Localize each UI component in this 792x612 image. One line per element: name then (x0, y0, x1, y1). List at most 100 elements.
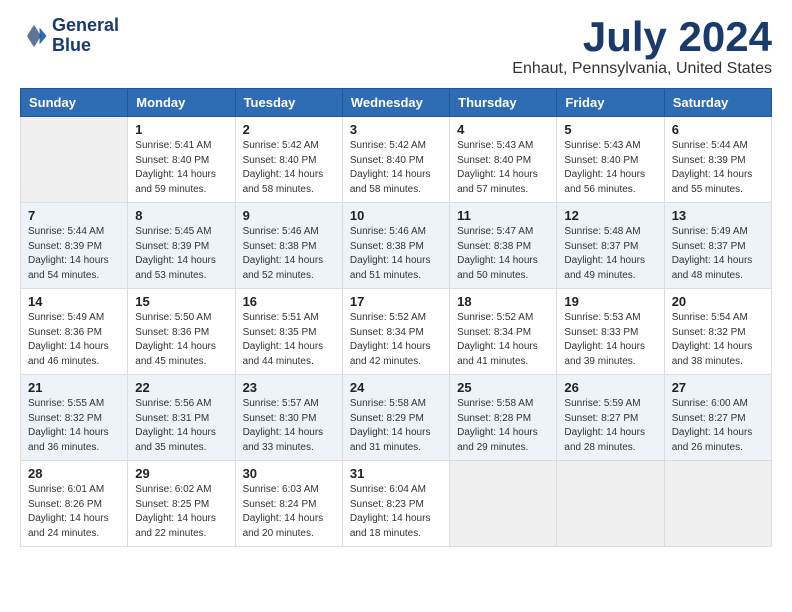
day-header-monday: Monday (128, 89, 235, 117)
week-row-5: 28 Sunrise: 6:01 AM Sunset: 8:26 PM Dayli… (21, 461, 772, 547)
day-number: 5 (564, 122, 656, 137)
day-cell (450, 461, 557, 547)
day-info: Sunrise: 5:47 AM Sunset: 8:38 PM Dayligh… (457, 225, 549, 283)
day-cell: 29 Sunrise: 6:02 AM Sunset: 8:25 PM Dayli… (128, 461, 235, 547)
day-cell: 30 Sunrise: 6:03 AM Sunset: 8:24 PM Dayli… (235, 461, 342, 547)
day-number: 1 (135, 122, 227, 137)
day-number: 8 (135, 208, 227, 223)
day-info: Sunrise: 6:01 AM Sunset: 8:26 PM Dayligh… (28, 483, 120, 541)
day-number: 7 (28, 208, 120, 223)
day-cell: 26Sunrise: 5:59 AM Sunset: 8:27 PM Dayli… (557, 375, 664, 461)
day-cell: 17Sunrise: 5:52 AM Sunset: 8:34 PM Dayli… (342, 289, 449, 375)
day-cell: 25 Sunrise: 5:58 AM Sunset: 8:28 PM Dayli… (450, 375, 557, 461)
day-info: Sunrise: 5:42 AM Sunset: 8:40 PM Dayligh… (350, 139, 442, 197)
day-number: 30 (243, 466, 335, 481)
page-header: General Blue July 2024 Enhaut, Pennsylva… (20, 16, 772, 78)
day-number: 6 (672, 122, 764, 137)
day-cell (21, 117, 128, 203)
day-cell: 28 Sunrise: 6:01 AM Sunset: 8:26 PM Dayli… (21, 461, 128, 547)
day-cell: 11Sunrise: 5:47 AM Sunset: 8:38 PM Dayli… (450, 203, 557, 289)
day-info: Sunrise: 5:44 AM Sunset: 8:39 PM Dayligh… (672, 139, 764, 197)
day-info: Sunrise: 6:03 AM Sunset: 8:24 PM Dayligh… (243, 483, 335, 541)
day-cell: 3 Sunrise: 5:42 AM Sunset: 8:40 PM Daylig… (342, 117, 449, 203)
day-header-friday: Friday (557, 89, 664, 117)
day-number: 27 (672, 380, 764, 395)
day-cell: 1 Sunrise: 5:41 AM Sunset: 8:40 PM Daylig… (128, 117, 235, 203)
day-cell: 16Sunrise: 5:51 AM Sunset: 8:35 PM Dayli… (235, 289, 342, 375)
day-info: Sunrise: 5:44 AM Sunset: 8:39 PM Dayligh… (28, 225, 120, 283)
day-info: Sunrise: 5:58 AM Sunset: 8:28 PM Dayligh… (457, 397, 549, 455)
logo-text: General Blue (52, 16, 119, 56)
day-info: Sunrise: 6:02 AM Sunset: 8:25 PM Dayligh… (135, 483, 227, 541)
day-cell: 23 Sunrise: 5:57 AM Sunset: 8:30 PM Dayli… (235, 375, 342, 461)
day-header-wednesday: Wednesday (342, 89, 449, 117)
day-number: 3 (350, 122, 442, 137)
day-number: 4 (457, 122, 549, 137)
day-header-thursday: Thursday (450, 89, 557, 117)
day-number: 25 (457, 380, 549, 395)
day-number: 12 (564, 208, 656, 223)
day-info: Sunrise: 5:58 AM Sunset: 8:29 PM Dayligh… (350, 397, 442, 455)
day-info: Sunrise: 5:49 AM Sunset: 8:37 PM Dayligh… (672, 225, 764, 283)
day-header-tuesday: Tuesday (235, 89, 342, 117)
day-cell (664, 461, 771, 547)
day-cell: 31 Sunrise: 6:04 AM Sunset: 8:23 PM Dayli… (342, 461, 449, 547)
day-info: Sunrise: 5:57 AM Sunset: 8:30 PM Dayligh… (243, 397, 335, 455)
day-cell: 9Sunrise: 5:46 AM Sunset: 8:38 PM Daylig… (235, 203, 342, 289)
day-info: Sunrise: 6:04 AM Sunset: 8:23 PM Dayligh… (350, 483, 442, 541)
day-info: Sunrise: 5:54 AM Sunset: 8:32 PM Dayligh… (672, 311, 764, 369)
day-cell: 2 Sunrise: 5:42 AM Sunset: 8:40 PM Daylig… (235, 117, 342, 203)
month-title: July 2024 (512, 16, 772, 58)
day-cell: 20 Sunrise: 5:54 AM Sunset: 8:32 PM Dayli… (664, 289, 771, 375)
location: Enhaut, Pennsylvania, United States (512, 60, 772, 78)
day-info: Sunrise: 5:45 AM Sunset: 8:39 PM Dayligh… (135, 225, 227, 283)
day-cell: 5 Sunrise: 5:43 AM Sunset: 8:40 PM Daylig… (557, 117, 664, 203)
day-number: 15 (135, 294, 227, 309)
day-info: Sunrise: 5:53 AM Sunset: 8:33 PM Dayligh… (564, 311, 656, 369)
week-row-2: 7 Sunrise: 5:44 AM Sunset: 8:39 PM Daylig… (21, 203, 772, 289)
day-number: 10 (350, 208, 442, 223)
day-number: 24 (350, 380, 442, 395)
day-number: 19 (564, 294, 656, 309)
day-cell: 15 Sunrise: 5:50 AM Sunset: 8:36 PM Dayli… (128, 289, 235, 375)
day-number: 29 (135, 466, 227, 481)
week-row-4: 21Sunrise: 5:55 AM Sunset: 8:32 PM Dayli… (21, 375, 772, 461)
day-number: 13 (672, 208, 764, 223)
day-info: Sunrise: 5:43 AM Sunset: 8:40 PM Dayligh… (457, 139, 549, 197)
week-row-3: 14Sunrise: 5:49 AM Sunset: 8:36 PM Dayli… (21, 289, 772, 375)
logo: General Blue (20, 16, 119, 56)
day-info: Sunrise: 5:46 AM Sunset: 8:38 PM Dayligh… (243, 225, 335, 283)
day-info: Sunrise: 5:42 AM Sunset: 8:40 PM Dayligh… (243, 139, 335, 197)
day-cell: 13 Sunrise: 5:49 AM Sunset: 8:37 PM Dayli… (664, 203, 771, 289)
day-number: 14 (28, 294, 120, 309)
day-info: Sunrise: 5:48 AM Sunset: 8:37 PM Dayligh… (564, 225, 656, 283)
week-row-1: 1 Sunrise: 5:41 AM Sunset: 8:40 PM Daylig… (21, 117, 772, 203)
day-cell: 22Sunrise: 5:56 AM Sunset: 8:31 PM Dayli… (128, 375, 235, 461)
day-number: 23 (243, 380, 335, 395)
day-cell: 7 Sunrise: 5:44 AM Sunset: 8:39 PM Daylig… (21, 203, 128, 289)
calendar-header-row: SundayMondayTuesdayWednesdayThursdayFrid… (21, 89, 772, 117)
day-cell: 19 Sunrise: 5:53 AM Sunset: 8:33 PM Dayli… (557, 289, 664, 375)
logo-icon (20, 22, 48, 50)
day-info: Sunrise: 5:52 AM Sunset: 8:34 PM Dayligh… (457, 311, 549, 369)
day-cell: 18 Sunrise: 5:52 AM Sunset: 8:34 PM Dayli… (450, 289, 557, 375)
day-cell (557, 461, 664, 547)
day-number: 20 (672, 294, 764, 309)
day-header-sunday: Sunday (21, 89, 128, 117)
day-number: 28 (28, 466, 120, 481)
day-number: 31 (350, 466, 442, 481)
day-cell: 27Sunrise: 6:00 AM Sunset: 8:27 PM Dayli… (664, 375, 771, 461)
day-number: 26 (564, 380, 656, 395)
day-cell: 14Sunrise: 5:49 AM Sunset: 8:36 PM Dayli… (21, 289, 128, 375)
day-info: Sunrise: 5:50 AM Sunset: 8:36 PM Dayligh… (135, 311, 227, 369)
day-number: 18 (457, 294, 549, 309)
calendar-body: 1 Sunrise: 5:41 AM Sunset: 8:40 PM Daylig… (21, 117, 772, 547)
day-info: Sunrise: 5:52 AM Sunset: 8:34 PM Dayligh… (350, 311, 442, 369)
day-info: Sunrise: 5:41 AM Sunset: 8:40 PM Dayligh… (135, 139, 227, 197)
day-cell: 21Sunrise: 5:55 AM Sunset: 8:32 PM Dayli… (21, 375, 128, 461)
day-info: Sunrise: 5:43 AM Sunset: 8:40 PM Dayligh… (564, 139, 656, 197)
day-number: 2 (243, 122, 335, 137)
day-header-saturday: Saturday (664, 89, 771, 117)
day-cell: 8 Sunrise: 5:45 AM Sunset: 8:39 PM Daylig… (128, 203, 235, 289)
day-cell: 6 Sunrise: 5:44 AM Sunset: 8:39 PM Daylig… (664, 117, 771, 203)
